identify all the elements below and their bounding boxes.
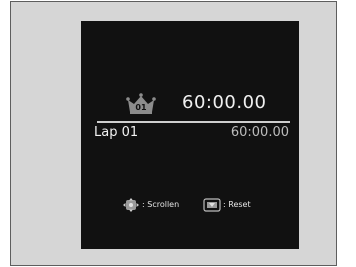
divider-line: [97, 121, 290, 123]
lap-timer-screen: 01 60:00.00 Lap 01 60:00.00 : Scrollen:…: [81, 21, 299, 249]
lap-label: Lap 01: [94, 125, 139, 140]
crown-icon: 01: [126, 93, 156, 114]
reset-button-icon: [203, 198, 221, 212]
four-way-scroll-icon: [123, 198, 139, 212]
reset-hint-text: : Reset: [223, 200, 251, 209]
figure-frame: 01 60:00.00 Lap 01 60:00.00 : Scrollen:…: [10, 1, 337, 266]
lap-time: 60:00.00: [230, 125, 289, 140]
hint-row: : Scrollen : Reset: [81, 197, 299, 213]
best-lap-row: 01 60:00.00: [81, 91, 299, 121]
best-lap-time: 60:00.00: [182, 92, 267, 113]
crown-badge-number: 01: [135, 103, 147, 112]
scroll-hint-text: : Scrollen: [142, 200, 180, 209]
